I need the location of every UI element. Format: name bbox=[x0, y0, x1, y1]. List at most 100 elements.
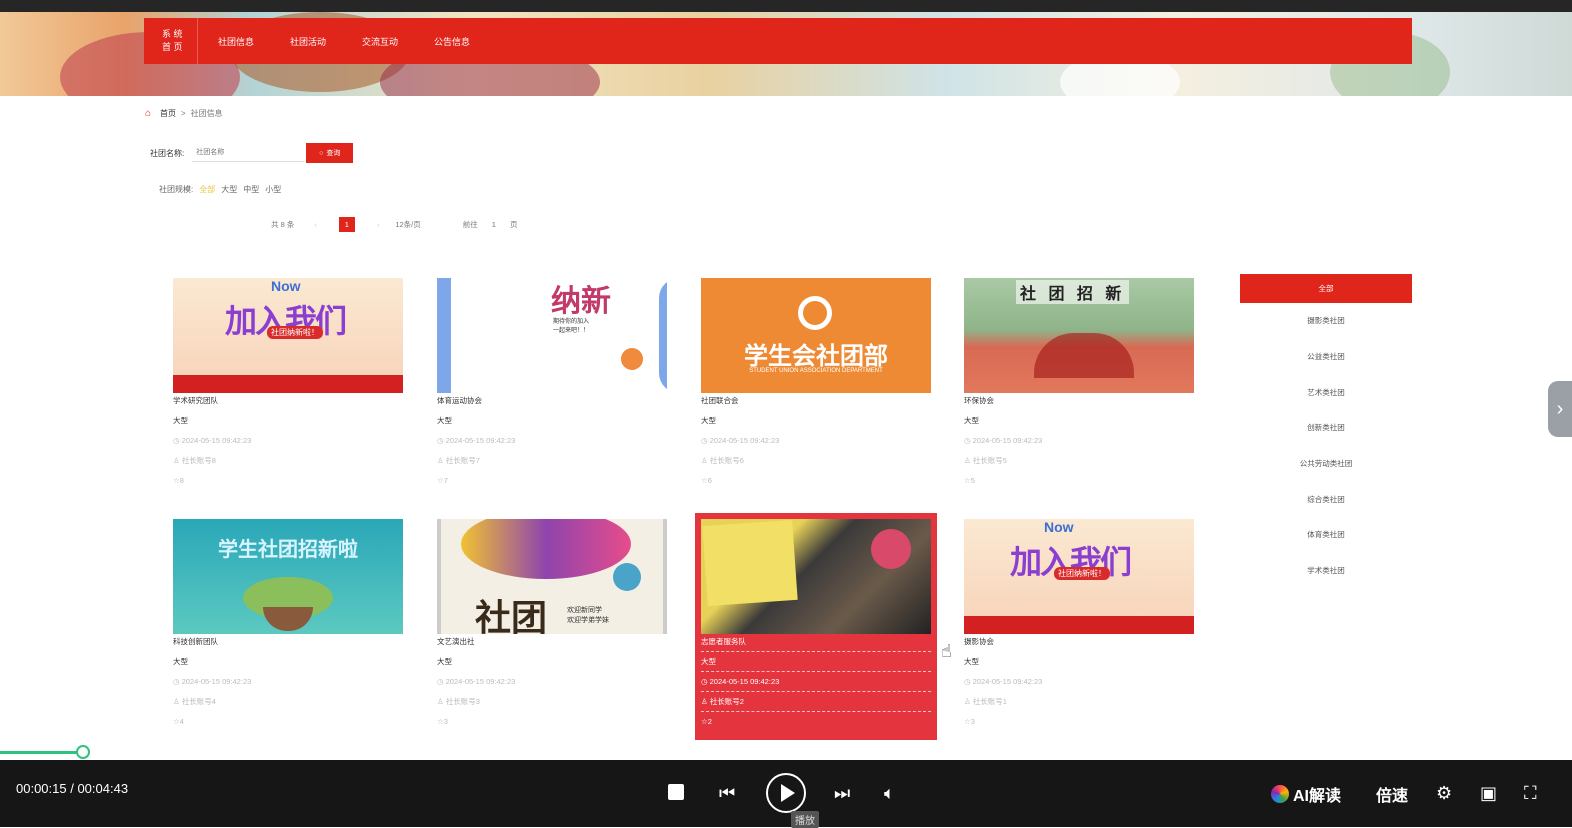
fullscreen-icon[interactable]: ⛶ bbox=[1524, 782, 1537, 804]
clock-icon: ◷ bbox=[701, 436, 710, 445]
club-account: ♙ 社长账号1 bbox=[964, 697, 1007, 706]
category-photography[interactable]: 摄影类社团 bbox=[1240, 303, 1412, 339]
poster-text: 欢迎新同学 欢迎学弟学妹 bbox=[567, 607, 609, 624]
pagination-page-size[interactable]: 12条/页 bbox=[395, 219, 420, 230]
breadcrumb-home[interactable]: 首页 bbox=[160, 108, 176, 119]
category-general[interactable]: 综合类社团 bbox=[1240, 481, 1412, 517]
clock-icon: ◷ bbox=[964, 677, 973, 686]
search-input[interactable] bbox=[192, 144, 305, 162]
user-icon: ♙ bbox=[173, 697, 182, 706]
star-icon: ☆ bbox=[437, 476, 444, 485]
search-button-label: 查询 bbox=[326, 150, 341, 157]
ai-interpret-button[interactable]: AI解读 bbox=[1271, 782, 1341, 806]
filter-option-large[interactable]: 大型 bbox=[221, 184, 237, 195]
filter-option-small[interactable]: 小型 bbox=[265, 184, 281, 195]
club-name: 环保协会 bbox=[964, 396, 994, 405]
nav-item-club-activity[interactable]: 社团活动 bbox=[290, 35, 326, 48]
clock-icon: ◷ bbox=[437, 677, 446, 686]
club-account: ♙ 社长账号3 bbox=[437, 697, 480, 706]
play-button[interactable] bbox=[766, 773, 806, 813]
club-card-hovered[interactable]: 志愿者服务队 大型 ◷ 2024-05-15 09:42:23 ♙ 社长账号2 … bbox=[695, 513, 937, 740]
category-academic[interactable]: 学术类社团 bbox=[1240, 553, 1412, 589]
filter-option-medium[interactable]: 中型 bbox=[243, 184, 259, 195]
poster-text: 学生会社团部 bbox=[744, 343, 888, 370]
club-card[interactable]: Now 加入我们 社团纳新啦！ 摄影协会 大型 ◷ 2024-05-15 09:… bbox=[964, 519, 1194, 734]
search-label: 社团名称: bbox=[150, 148, 185, 158]
user-icon: ♙ bbox=[701, 697, 710, 706]
club-card[interactable]: 学生社团招新啦 科技创新团队 大型 ◷ 2024-05-15 09:42:23 … bbox=[173, 519, 403, 734]
top-strip bbox=[0, 0, 1572, 12]
pagination-next-icon[interactable]: › bbox=[377, 220, 380, 229]
volume-icon[interactable]: 🔈︎ bbox=[884, 782, 895, 804]
settings-gear-icon[interactable]: ⚙ bbox=[1436, 782, 1452, 804]
nav-item-club-info[interactable]: 社团信息 bbox=[218, 35, 254, 48]
pagination-goto-input[interactable]: 1 bbox=[492, 220, 496, 229]
category-art[interactable]: 艺术类社团 bbox=[1240, 374, 1412, 410]
poster-text: Now bbox=[1044, 519, 1074, 535]
club-name: 摄影协会 bbox=[964, 637, 994, 646]
clock-icon: ◷ bbox=[701, 677, 710, 686]
poster-text: 社 团 招 新 bbox=[1016, 280, 1130, 304]
play-icon bbox=[781, 784, 795, 802]
club-card[interactable]: 纳新 期待你的加入 一起来吧！！ 体育运动协会 大型 ◷ 2024-05-15 … bbox=[437, 278, 667, 493]
previous-icon[interactable]: ⏮ bbox=[719, 782, 735, 804]
club-time: ◷ 2024-05-15 09:42:23 bbox=[173, 677, 252, 686]
stop-icon[interactable] bbox=[668, 784, 684, 800]
club-card-image: Now 加入我们 社团纳新啦！ bbox=[964, 519, 1194, 634]
user-icon: ♙ bbox=[173, 456, 182, 465]
pagination: 共 8 条 ‹ 1 › 12条/页 前往 1 页 bbox=[271, 217, 517, 232]
nav-item-interaction[interactable]: 交流互动 bbox=[362, 35, 398, 48]
poster-text: 社团纳新啦！ bbox=[1054, 567, 1110, 580]
star-icon: ☆ bbox=[701, 717, 708, 726]
club-scale: 大型 bbox=[173, 657, 188, 666]
home-icon: ⌂ bbox=[145, 108, 152, 119]
club-card[interactable]: Now 加入我们 社团纳新啦！ 学术研究团队 大型 ◷ 2024-05-15 0… bbox=[173, 278, 403, 493]
user-icon: ♙ bbox=[964, 697, 973, 706]
playback-speed-button[interactable]: 倍速 bbox=[1376, 782, 1408, 806]
club-card-image: 学生会社团部 STUDENT UNION ASSOCIATION DEPARTM… bbox=[701, 278, 931, 393]
star-icon: ☆ bbox=[173, 476, 180, 485]
category-public-labor[interactable]: 公共劳动类社团 bbox=[1240, 446, 1412, 482]
club-name: 文艺演出社 bbox=[437, 637, 475, 646]
club-scale: 大型 bbox=[437, 416, 452, 425]
nav-home[interactable]: 系 统 首 页 bbox=[144, 18, 198, 64]
category-innovation[interactable]: 创新类社团 bbox=[1240, 410, 1412, 446]
picture-in-picture-icon[interactable]: ▣ bbox=[1480, 782, 1497, 804]
club-scale: 大型 bbox=[173, 416, 188, 425]
ai-interpret-label: AI解读 bbox=[1293, 788, 1342, 805]
search-bar: 社团名称: ○ 查询 bbox=[150, 143, 354, 163]
filter-option-all[interactable]: 全部 bbox=[199, 184, 215, 195]
poster-text: Now bbox=[271, 278, 301, 294]
club-card[interactable]: 社 团 招 新 环保协会 大型 ◷ 2024-05-15 09:42:23 ♙ … bbox=[964, 278, 1194, 493]
club-scale: 大型 bbox=[964, 657, 979, 666]
filter-label: 社团规模: bbox=[159, 185, 194, 194]
club-scale: 大型 bbox=[701, 652, 931, 672]
category-public-welfare[interactable]: 公益类社团 bbox=[1240, 339, 1412, 375]
nav-item-notice[interactable]: 公告信息 bbox=[434, 35, 470, 48]
breadcrumb-current: 社团信息 bbox=[190, 109, 223, 118]
pagination-current-page[interactable]: 1 bbox=[338, 217, 355, 232]
club-stars: ☆6 bbox=[701, 476, 712, 485]
category-sports[interactable]: 体育类社团 bbox=[1240, 517, 1412, 553]
main-nav: 系 统 首 页 社团信息 社团活动 交流互动 公告信息 bbox=[144, 18, 1412, 64]
video-progress-fill bbox=[0, 751, 84, 754]
club-account: ♙ 社长账号8 bbox=[173, 456, 216, 465]
club-name: 社团联合会 bbox=[701, 396, 739, 405]
club-card[interactable]: 社团 欢迎新同学 欢迎学弟学妹 文艺演出社 大型 ◷ 2024-05-15 09… bbox=[437, 519, 667, 734]
poster-text: 期待你的加入 一起来吧！！ bbox=[553, 319, 590, 334]
star-icon: ☆ bbox=[964, 476, 971, 485]
video-progress-bar[interactable] bbox=[0, 745, 1572, 759]
club-card[interactable]: 学生会社团部 STUDENT UNION ASSOCIATION DEPARTM… bbox=[701, 278, 931, 493]
clock-icon: ◷ bbox=[964, 436, 973, 445]
pagination-prev-icon[interactable]: ‹ bbox=[314, 220, 317, 229]
next-icon[interactable]: ⏭ bbox=[834, 782, 850, 804]
poster-text: 学生社团招新啦 bbox=[218, 539, 358, 561]
video-progress-knob[interactable] bbox=[76, 745, 91, 759]
star-icon: ☆ bbox=[701, 476, 708, 485]
club-stars: ☆5 bbox=[964, 476, 975, 485]
search-button[interactable]: ○ 查询 bbox=[306, 143, 354, 163]
ai-logo-icon bbox=[1271, 785, 1289, 803]
club-time: ◷ 2024-05-15 09:42:23 bbox=[701, 436, 780, 445]
side-expand-button[interactable]: › bbox=[1548, 381, 1572, 437]
category-all[interactable]: 全部 bbox=[1240, 274, 1412, 303]
